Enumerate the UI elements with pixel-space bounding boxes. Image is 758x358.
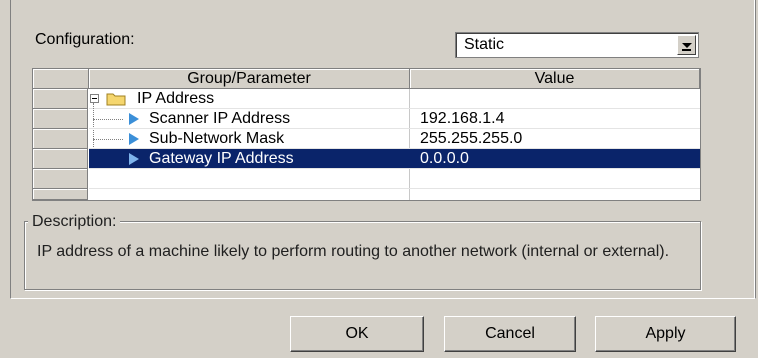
dropdown-bar-icon: [682, 49, 691, 51]
parameter-icon: [129, 133, 139, 145]
parameter-name: Scanner IP Address: [149, 110, 291, 127]
table-cell-value[interactable]: [410, 89, 700, 109]
parameter-icon: [129, 153, 139, 165]
column-header-group[interactable]: Group/Parameter: [89, 69, 410, 89]
group-name: IP Address: [137, 90, 215, 107]
dropdown-button[interactable]: [677, 35, 696, 55]
parameter-icon: [129, 113, 139, 125]
description-label: Description:: [28, 213, 121, 231]
configuration-selected-value: Static: [464, 36, 505, 53]
configuration-label: Configuration:: [35, 31, 135, 48]
description-text: IP address of a machine likely to perfor…: [37, 243, 670, 260]
table-cell-value[interactable]: 255.255.255.0: [410, 129, 700, 149]
parameter-value: 0.0.0.0: [420, 150, 469, 167]
row-header[interactable]: [33, 149, 88, 169]
table-cell-value[interactable]: 192.168.1.4: [410, 109, 700, 129]
parameter-value: 192.168.1.4: [420, 110, 505, 127]
collapse-icon[interactable]: [90, 94, 99, 103]
table-cell-value[interactable]: 0.0.0.0: [410, 149, 700, 169]
row-header[interactable]: [33, 169, 88, 189]
ok-button[interactable]: OK: [290, 316, 424, 352]
apply-button[interactable]: Apply: [595, 316, 736, 352]
parameter-value: 255.255.255.0: [420, 130, 523, 147]
table-row-empty[interactable]: [89, 169, 700, 189]
table-row[interactable]: Scanner IP Address: [89, 109, 410, 129]
table-row[interactable]: IP Address: [89, 89, 410, 109]
row-header[interactable]: [33, 129, 88, 149]
table-row-selected[interactable]: Gateway IP Address: [89, 149, 410, 169]
parameter-name: Gateway IP Address: [149, 150, 294, 167]
chevron-down-icon: [682, 43, 692, 48]
cancel-button[interactable]: Cancel: [444, 316, 576, 352]
row-header[interactable]: [33, 89, 88, 109]
row-header[interactable]: [33, 189, 88, 200]
row-header[interactable]: [33, 109, 88, 129]
row-header-corner: [33, 69, 89, 89]
folder-icon: [106, 93, 126, 106]
table-row[interactable]: Sub-Network Mask: [89, 129, 410, 149]
configuration-dropdown[interactable]: Static: [455, 32, 699, 58]
parameter-name: Sub-Network Mask: [149, 130, 285, 147]
column-header-value[interactable]: Value: [410, 69, 700, 89]
parameter-grid: Group/Parameter Value IP Address Scanner…: [32, 68, 701, 201]
